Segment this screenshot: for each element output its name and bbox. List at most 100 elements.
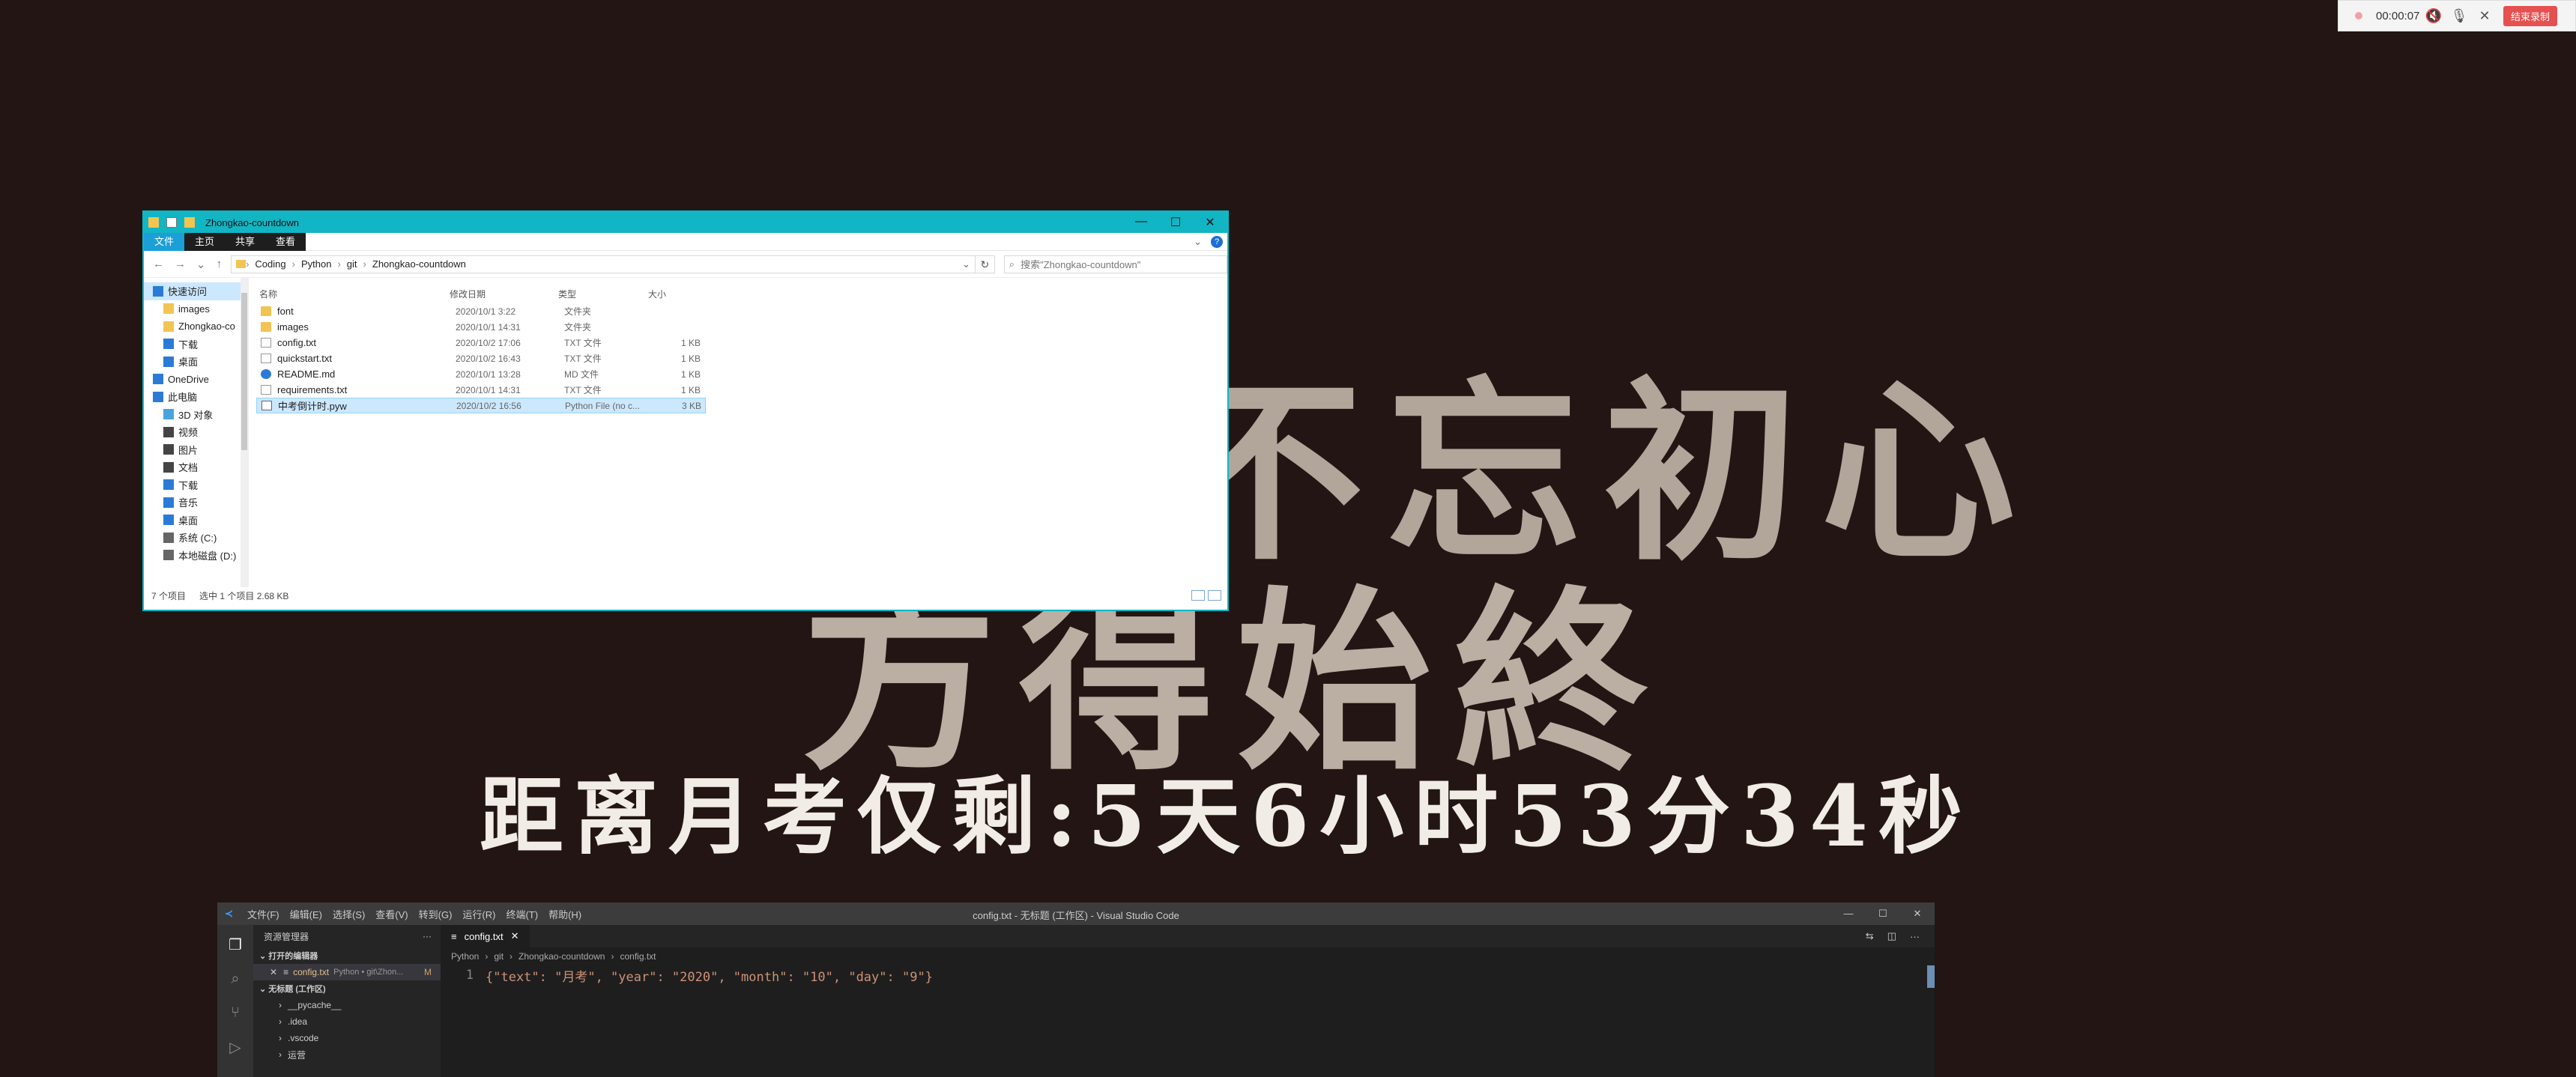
file-row[interactable]: README.md 2020/10/1 13:28 MD 文件 1 KB (256, 366, 706, 382)
maximize-button[interactable]: ☐ (1158, 215, 1193, 230)
more-actions-icon[interactable]: ··· (1910, 931, 1920, 942)
address-row: ← → ⌄ ↑ › Coding › Python › git › Zhongk… (144, 251, 1227, 278)
breadcrumb-item[interactable]: Zhongkao-countdown (372, 258, 466, 270)
close-icon[interactable]: ✕ (2472, 8, 2497, 24)
nav-item[interactable]: 桌面 (144, 353, 248, 371)
close-button[interactable]: ✕ (1900, 908, 1935, 920)
chevron-down-icon[interactable]: ⌄ (962, 258, 970, 270)
nav-item[interactable]: 视频 (144, 423, 248, 441)
tab-file[interactable]: 文件 (144, 232, 185, 251)
column-date[interactable]: 修改日期 (444, 288, 552, 300)
menu-item[interactable]: 转到(G) (419, 909, 453, 920)
file-date: 2020/10/1 13:28 (456, 368, 521, 380)
end-recording-button[interactable]: 结束录制 (2503, 5, 2558, 26)
nav-item[interactable]: 文档 (144, 458, 248, 476)
speaker-muted-icon[interactable]: 🔇 (2421, 8, 2446, 24)
breadcrumb-item[interactable]: git (494, 951, 504, 962)
nav-item[interactable]: 本地磁盘 (D:) (144, 547, 248, 565)
menu-item[interactable]: 文件(F) (247, 909, 279, 920)
tab-view[interactable]: 查看 (265, 232, 306, 251)
menu-item[interactable]: 运行(R) (462, 909, 495, 920)
search-icon[interactable]: ⌕ (231, 971, 239, 988)
breadcrumb-item[interactable]: git (347, 258, 357, 270)
column-size[interactable]: 大小 (642, 288, 702, 300)
nav-item[interactable]: 系统 (C:) (144, 529, 248, 547)
details-view-icon[interactable] (1191, 590, 1205, 601)
menu-item[interactable]: 选择(S) (333, 909, 365, 920)
minimize-button[interactable]: — (1124, 215, 1158, 230)
breadcrumb-item[interactable]: config.txt (620, 951, 656, 962)
item-count: 7 个项目 (151, 590, 187, 601)
tab-share[interactable]: 共享 (225, 232, 266, 251)
back-arrow-icon[interactable]: ← (153, 258, 164, 271)
menu-item[interactable]: 查看(V) (375, 909, 408, 920)
open-editors-section[interactable]: ⌄ 打开的编辑器 (253, 947, 441, 964)
nav-item[interactable]: Zhongkao-co (144, 318, 248, 336)
nav-item[interactable]: 3D 对象 (144, 406, 248, 424)
tree-folder[interactable]: › .vscode (253, 1030, 441, 1046)
open-editor-item[interactable]: ✕ ≡ config.txt Python • git\Zhon... M (253, 964, 441, 980)
code-line[interactable]: 1 {"text": "月考", "year": "2020", "month"… (441, 965, 1935, 985)
file-row[interactable]: 中考倒计时.pyw 2020/10/2 16:56 Python File (no … (256, 398, 706, 413)
breadcrumb-item[interactable]: Python (451, 951, 479, 962)
breadcrumb-item[interactable]: Coding (255, 258, 285, 270)
file-row[interactable]: images 2020/10/1 14:31 文件夹 (256, 319, 706, 335)
split-editor-icon[interactable]: ◫ (1887, 930, 1896, 942)
scrollbar[interactable] (241, 278, 248, 587)
breadcrumb-item[interactable]: Python (301, 258, 331, 270)
file-type: 文件夹 (564, 322, 592, 333)
menu-item[interactable]: 帮助(H) (548, 909, 581, 920)
mic-muted-icon[interactable]: 🎙 (2446, 8, 2472, 24)
source-control-icon[interactable]: ⑂ (231, 1004, 240, 1022)
search-input[interactable]: ⌕ 搜索"Zhongkao-countdown" (1003, 255, 1227, 273)
run-debug-icon[interactable]: ▷ (229, 1038, 241, 1057)
nav-item[interactable]: OneDrive (144, 371, 248, 389)
close-icon[interactable]: ✕ (270, 967, 277, 977)
forward-arrow-icon[interactable]: → (175, 258, 186, 271)
tree-folder[interactable]: › 运营 (253, 1046, 441, 1063)
code-text[interactable]: {"text": "月考", "year": "2020", "month": … (486, 966, 933, 985)
file-size: 1 KB (680, 353, 701, 364)
menu-item[interactable]: 终端(T) (506, 909, 538, 920)
recent-dropdown-icon[interactable]: ⌄ (196, 258, 206, 271)
refresh-icon[interactable]: ↻ (975, 255, 995, 273)
file-row[interactable]: config.txt 2020/10/2 17:06 TXT 文件 1 KB (256, 335, 706, 351)
tab-home[interactable]: 主页 (184, 232, 226, 251)
nav-item[interactable]: 桌面 (144, 512, 248, 530)
large-icons-view-icon[interactable] (1208, 590, 1221, 601)
nav-item[interactable]: 此电脑 (144, 388, 248, 406)
file-row[interactable]: font 2020/10/1 3:22 文件夹 (256, 303, 706, 319)
maximize-button[interactable]: ☐ (1866, 908, 1900, 920)
column-type[interactable]: 类型 (552, 288, 642, 300)
new-folder-icon[interactable] (184, 217, 195, 228)
column-name[interactable]: 名称 (249, 288, 444, 300)
close-icon[interactable]: ✕ (511, 930, 519, 942)
nav-item[interactable]: 下载 (144, 476, 248, 494)
nav-item[interactable]: 快速访问 (144, 282, 248, 300)
minimap[interactable] (1927, 965, 1935, 988)
minimize-button[interactable]: — (1831, 908, 1866, 920)
tree-folder[interactable]: › .idea (253, 1013, 441, 1030)
address-bar[interactable]: › Coding › Python › git › Zhongkao-count… (231, 255, 976, 273)
close-button[interactable]: ✕ (1193, 215, 1227, 230)
file-type: 文件夹 (564, 306, 592, 317)
more-actions-icon[interactable]: ··· (423, 931, 432, 941)
up-arrow-icon[interactable]: ↑ (217, 258, 223, 271)
file-row[interactable]: quickstart.txt 2020/10/2 16:43 TXT 文件 1 KB (256, 351, 706, 366)
expand-ribbon-icon[interactable]: ⌄ (1194, 236, 1202, 248)
tab-config[interactable]: ≡ config.txt ✕ (441, 925, 530, 947)
menu-item[interactable]: 编辑(E) (290, 909, 322, 920)
open-changes-icon[interactable]: ⇆ (1866, 930, 1874, 942)
search-icon: ⌕ (1009, 258, 1015, 270)
nav-item[interactable]: images (144, 300, 248, 318)
nav-item[interactable]: 下载 (144, 336, 248, 354)
help-icon[interactable]: ? (1211, 235, 1223, 248)
breadcrumb-item[interactable]: Zhongkao-countdown (518, 951, 605, 962)
properties-icon[interactable] (166, 217, 177, 228)
file-row[interactable]: requirements.txt 2020/10/1 14:31 TXT 文件 1 K… (256, 382, 706, 398)
nav-item[interactable]: 音乐 (144, 494, 248, 512)
explorer-icon[interactable]: ❐ (229, 935, 242, 954)
tree-folder[interactable]: › __pycache__ (253, 997, 441, 1013)
nav-item[interactable]: 图片 (144, 441, 248, 459)
workspace-section[interactable]: ⌄ 无标题 (工作区) (253, 980, 441, 997)
